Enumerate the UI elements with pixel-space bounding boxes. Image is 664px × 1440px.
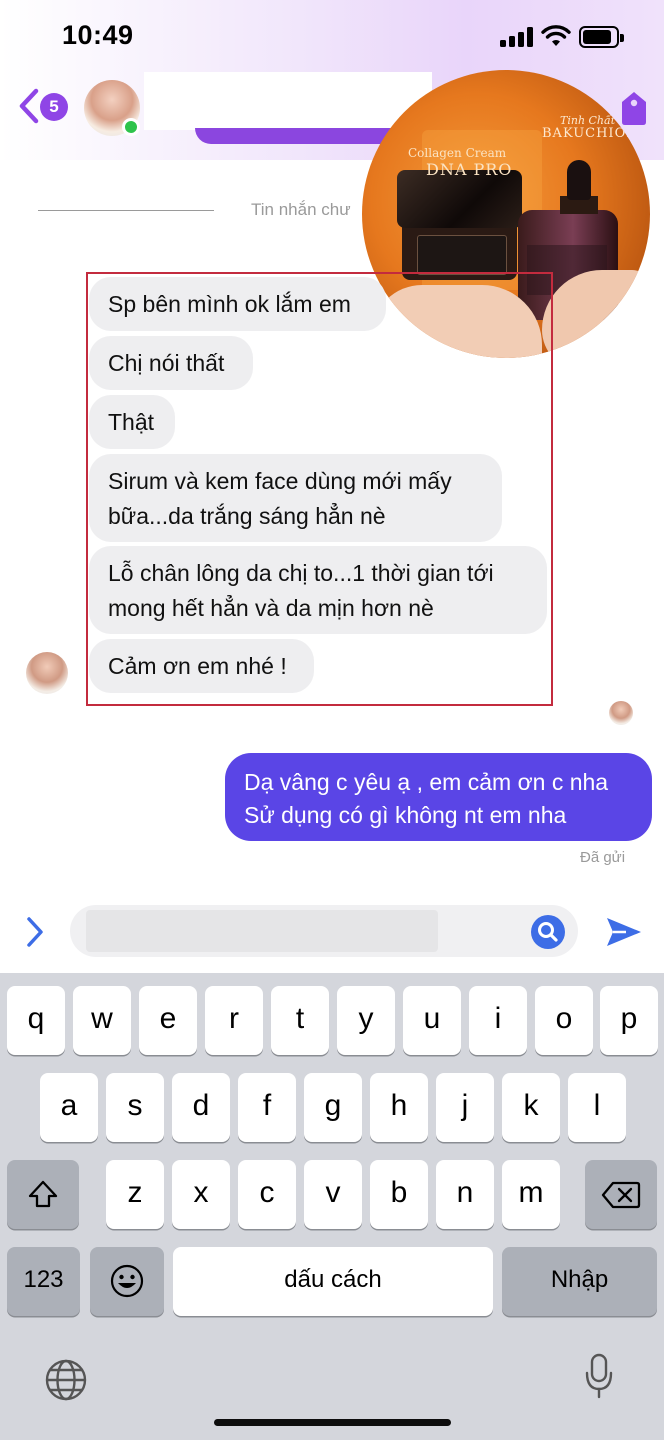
status-time: 10:49 [62, 20, 134, 50]
delete-icon[interactable] [585, 1160, 657, 1229]
search-icon[interactable] [531, 915, 565, 949]
key-e[interactable]: e [139, 986, 197, 1055]
separator-line [38, 210, 214, 211]
key-d[interactable]: d [172, 1073, 230, 1142]
key-t[interactable]: t [271, 986, 329, 1055]
sent-status: Đã gửi [580, 849, 626, 866]
unread-count-badge[interactable]: 5 [40, 93, 68, 121]
key-j[interactable]: j [436, 1073, 494, 1142]
outgoing-message[interactable]: Dạ vâng c yêu ạ , em cảm ơn c nha Sử dụn… [225, 753, 652, 841]
key-g[interactable]: g [304, 1073, 362, 1142]
incoming-message[interactable]: Sp bên mình ok lắm em [89, 277, 386, 331]
key-w[interactable]: w [73, 986, 131, 1055]
key-f[interactable]: f [238, 1073, 296, 1142]
photo-caption-1: Collagen Cream [408, 146, 507, 160]
key-u[interactable]: u [403, 986, 461, 1055]
incoming-message[interactable]: Thật [89, 395, 175, 449]
return-key[interactable]: Nhập [502, 1247, 657, 1316]
key-y[interactable]: y [337, 986, 395, 1055]
sender-avatar[interactable] [26, 652, 68, 694]
back-chevron-icon[interactable] [18, 88, 40, 124]
key-c[interactable]: c [238, 1160, 296, 1229]
online-status-dot [122, 118, 140, 136]
key-m[interactable]: m [502, 1160, 560, 1229]
key-s[interactable]: s [106, 1073, 164, 1142]
message-composer [0, 895, 664, 973]
key-x[interactable]: x [172, 1160, 230, 1229]
key-n[interactable]: n [436, 1160, 494, 1229]
space-key[interactable]: dấu cách [173, 1247, 493, 1316]
key-k[interactable]: k [502, 1073, 560, 1142]
battery-icon [579, 26, 624, 48]
send-icon[interactable] [604, 915, 644, 949]
key-b[interactable]: b [370, 1160, 428, 1229]
photo-caption-2: DNA PRO [426, 160, 513, 179]
pinned-message-bar[interactable] [195, 128, 395, 144]
key-h[interactable]: h [370, 1073, 428, 1142]
microphone-icon[interactable] [584, 1353, 614, 1399]
incoming-message[interactable]: Lỗ chân lông da chị to...1 thời gian tới… [89, 546, 547, 634]
unread-separator-text: Tin nhắn chư [251, 200, 351, 219]
incoming-message[interactable]: Sirum và kem face dùng mới mấy bữa...da … [89, 454, 502, 542]
tag-icon[interactable] [618, 90, 650, 126]
key-r[interactable]: r [205, 986, 263, 1055]
key-l[interactable]: l [568, 1073, 626, 1142]
incoming-message[interactable]: Chị nói thất [89, 336, 253, 390]
status-bar: 10:49 [0, 0, 664, 70]
key-a[interactable]: a [40, 1073, 98, 1142]
shift-icon[interactable] [7, 1160, 79, 1229]
emoji-icon[interactable] [90, 1247, 164, 1316]
read-receipt-avatar [609, 701, 633, 725]
chevron-right-icon[interactable] [24, 915, 46, 949]
keyboard: q w e r t y u i o p a s d f g h j k l z … [0, 973, 664, 1440]
wifi-icon [541, 25, 571, 46]
key-p[interactable]: p [600, 986, 658, 1055]
key-i[interactable]: i [469, 986, 527, 1055]
photo-caption-4: BAKUCHIOL [542, 126, 636, 141]
contact-name-redacted [144, 72, 432, 130]
globe-icon[interactable] [44, 1358, 88, 1402]
key-q[interactable]: q [7, 986, 65, 1055]
key-o[interactable]: o [535, 986, 593, 1055]
message-input-redacted [86, 910, 438, 952]
incoming-message[interactable]: Cảm ơn em nhé ! [89, 639, 314, 693]
numbers-key[interactable]: 123 [7, 1247, 80, 1316]
key-v[interactable]: v [304, 1160, 362, 1229]
home-indicator [214, 1419, 451, 1426]
cellular-signal-icon [500, 27, 533, 47]
key-z[interactable]: z [106, 1160, 164, 1229]
